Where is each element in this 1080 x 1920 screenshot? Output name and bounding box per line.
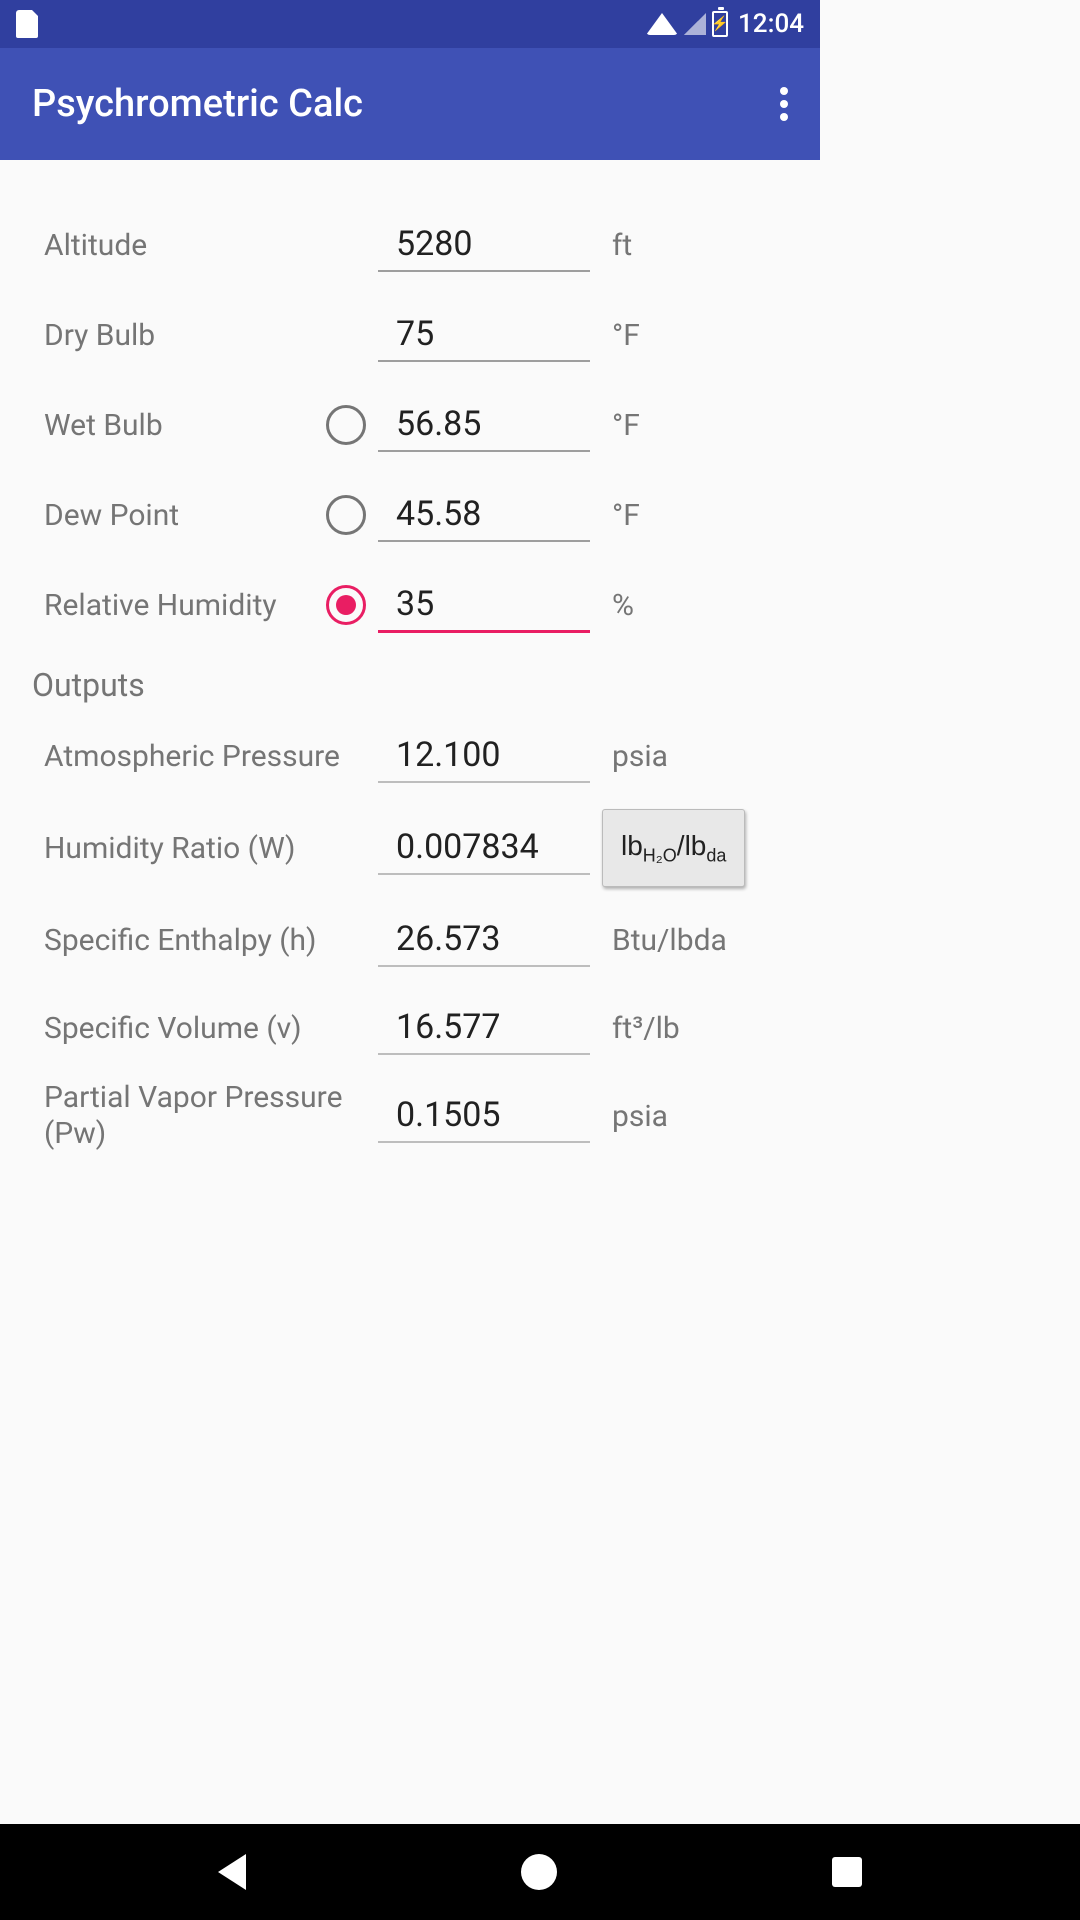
atmospheric-pressure-output[interactable] <box>378 729 590 783</box>
dew-point-input[interactable] <box>378 488 590 542</box>
dry-bulb-label: Dry Bulb <box>44 318 314 353</box>
altitude-unit: ft <box>590 228 800 263</box>
partial-vapor-pressure-row: Partial Vapor Pressure (Pw) psia <box>44 1072 800 1160</box>
app-bar: Psychrometric Calc <box>0 48 820 160</box>
partial-vapor-pressure-label: Partial Vapor Pressure (Pw) <box>44 1080 378 1152</box>
relative-humidity-row: Relative Humidity % <box>44 560 800 650</box>
relative-humidity-label: Relative Humidity <box>44 588 314 623</box>
nav-home-icon[interactable] <box>521 1854 557 1890</box>
specific-enthalpy-row: Specific Enthalpy (h) Btu/lbda <box>44 896 800 984</box>
status-time: 12:04 <box>738 9 804 39</box>
nav-back-icon[interactable] <box>218 1854 246 1890</box>
partial-vapor-pressure-unit: psia <box>590 1099 800 1134</box>
app-title: Psychrometric Calc <box>32 82 363 126</box>
specific-volume-row: Specific Volume (v) ft³/lb <box>44 984 800 1072</box>
altitude-input[interactable] <box>378 218 590 272</box>
atmospheric-pressure-unit: psia <box>590 739 800 774</box>
sd-card-icon <box>16 10 38 38</box>
specific-volume-label: Specific Volume (v) <box>44 1011 378 1046</box>
dry-bulb-row: Dry Bulb °F <box>44 290 800 380</box>
partial-vapor-pressure-output[interactable] <box>378 1089 590 1143</box>
humidity-ratio-label: Humidity Ratio (W) <box>44 831 378 866</box>
nav-recent-icon[interactable] <box>832 1857 862 1887</box>
wifi-icon <box>646 13 678 35</box>
specific-enthalpy-unit: Btu/lbda <box>590 923 800 958</box>
specific-enthalpy-label: Specific Enthalpy (h) <box>44 923 378 958</box>
dew-point-row: Dew Point °F <box>44 470 800 560</box>
atmospheric-pressure-label: Atmospheric Pressure <box>44 739 378 774</box>
more-options-icon[interactable] <box>780 87 788 121</box>
battery-charging-icon: ⚡ <box>712 11 728 37</box>
humidity-ratio-row: Humidity Ratio (W) lbH₂O/lbda <box>44 800 800 896</box>
wet-bulb-label: Wet Bulb <box>44 408 314 443</box>
humidity-ratio-unit-button[interactable]: lbH₂O/lbda <box>602 809 745 888</box>
dry-bulb-unit: °F <box>590 318 800 353</box>
wet-bulb-input[interactable] <box>378 398 590 452</box>
dew-point-unit: °F <box>590 498 800 533</box>
relative-humidity-input[interactable] <box>378 578 590 633</box>
specific-volume-output[interactable] <box>378 1001 590 1055</box>
relative-humidity-radio[interactable] <box>326 585 366 625</box>
altitude-label: Altitude <box>44 228 314 263</box>
wet-bulb-unit: °F <box>590 408 800 443</box>
content-area: Altitude ft Dry Bulb °F Wet Bulb °F Dew … <box>0 160 820 1160</box>
humidity-ratio-output[interactable] <box>378 821 590 875</box>
wet-bulb-radio[interactable] <box>326 405 366 445</box>
dry-bulb-input[interactable] <box>378 308 590 362</box>
relative-humidity-unit: % <box>590 588 800 623</box>
cell-signal-icon <box>684 13 706 35</box>
dew-point-radio[interactable] <box>326 495 366 535</box>
status-bar: ⚡ 12:04 <box>0 0 820 48</box>
navigation-bar <box>0 1824 1080 1920</box>
specific-enthalpy-output[interactable] <box>378 913 590 967</box>
outputs-header: Outputs <box>32 666 800 704</box>
status-left <box>16 10 38 38</box>
dew-point-label: Dew Point <box>44 498 314 533</box>
atmospheric-pressure-row: Atmospheric Pressure psia <box>44 712 800 800</box>
altitude-row: Altitude ft <box>44 200 800 290</box>
specific-volume-unit: ft³/lb <box>590 1011 800 1046</box>
wet-bulb-row: Wet Bulb °F <box>44 380 800 470</box>
status-right: ⚡ 12:04 <box>646 9 804 39</box>
